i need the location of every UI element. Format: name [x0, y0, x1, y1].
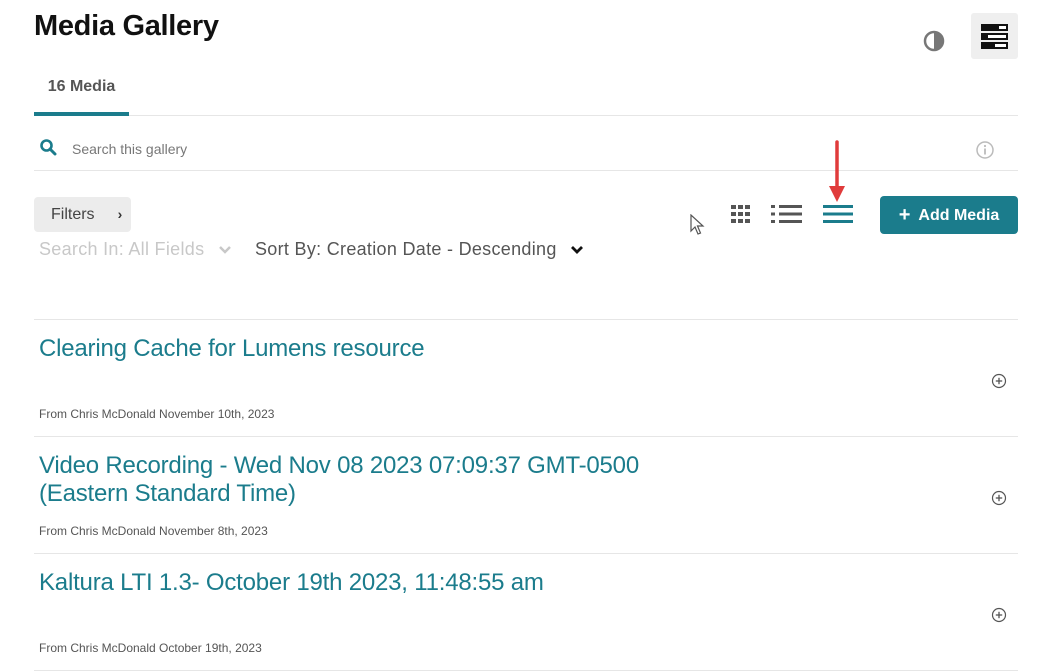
search-input[interactable]	[70, 136, 774, 162]
entry-title-link[interactable]: Video Recording - Wed Nov 08 2023 07:09:…	[39, 452, 659, 508]
gallery-tabs: 16 Media	[34, 68, 1018, 116]
list-item: Clearing Cache for Lumens resource From …	[34, 320, 1018, 437]
expand-plus-icon[interactable]	[991, 607, 1007, 623]
sort-by-dropdown[interactable]: Sort By: Creation Date - Descending	[255, 239, 584, 260]
annotation-arrow-icon	[829, 140, 845, 202]
chevron-right-icon: ›	[117, 206, 123, 222]
plus-icon: +	[898, 204, 911, 226]
contrast-toggle-button[interactable]	[922, 29, 946, 53]
expand-plus-icon[interactable]	[991, 490, 1007, 506]
add-media-button[interactable]: + Add Media	[880, 196, 1018, 234]
media-list: Clearing Cache for Lumens resource From …	[34, 319, 1018, 671]
chevron-down-icon	[570, 246, 583, 255]
search-in-dropdown[interactable]: Search In: All Fields	[39, 239, 232, 260]
filters-button[interactable]: Filters ›	[34, 197, 131, 232]
compact-list-view-icon[interactable]	[823, 204, 853, 224]
layout-toggle-icon	[981, 24, 1008, 49]
filters-label: Filters	[51, 206, 95, 223]
detailed-list-view-icon[interactable]	[771, 204, 802, 224]
sort-by-label: Sort By: Creation Date - Descending	[255, 239, 557, 259]
contrast-icon	[923, 30, 945, 52]
search-bar	[34, 130, 1018, 171]
layout-toggle-button[interactable]	[971, 13, 1018, 59]
tab-media[interactable]: 16 Media	[34, 68, 129, 116]
list-item: Kaltura LTI 1.3- October 19th 2023, 11:4…	[34, 554, 1018, 671]
page-title: Media Gallery	[34, 10, 219, 42]
search-icon	[40, 139, 57, 156]
grid-view-icon[interactable]	[731, 205, 751, 223]
chevron-down-icon	[218, 246, 231, 255]
entry-title-link[interactable]: Kaltura LTI 1.3- October 19th 2023, 11:4…	[39, 569, 659, 597]
entry-title-link[interactable]: Clearing Cache for Lumens resource	[39, 335, 659, 363]
entry-meta: From Chris McDonald October 19th, 2023	[39, 641, 262, 655]
info-icon[interactable]	[975, 140, 995, 160]
list-item: Video Recording - Wed Nov 08 2023 07:09:…	[34, 437, 1018, 554]
search-in-label: Search In: All Fields	[39, 239, 205, 259]
entry-meta: From Chris McDonald November 10th, 2023	[39, 407, 275, 421]
entry-meta: From Chris McDonald November 8th, 2023	[39, 524, 268, 538]
add-media-label: Add Media	[918, 207, 1000, 224]
expand-plus-icon[interactable]	[991, 373, 1007, 389]
mouse-cursor-icon	[690, 214, 705, 235]
